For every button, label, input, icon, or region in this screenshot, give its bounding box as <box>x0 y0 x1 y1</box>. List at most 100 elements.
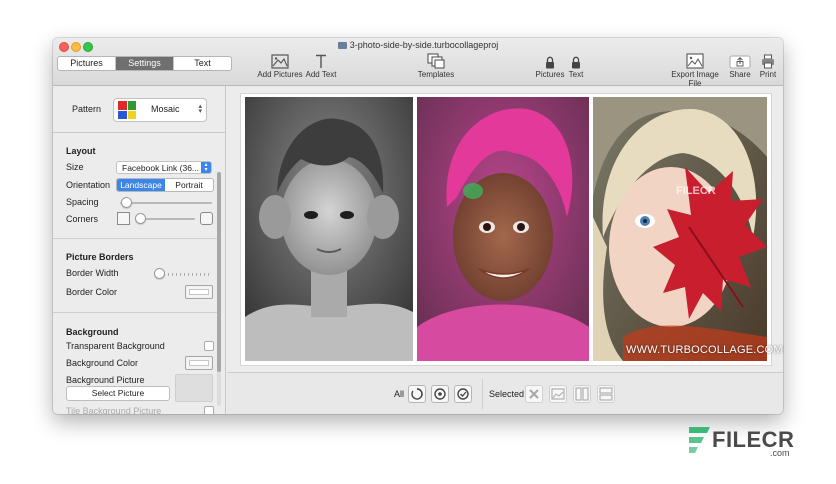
add-pictures-label: Add Pictures <box>257 70 303 79</box>
print-label: Print <box>759 70 777 79</box>
border-color-well[interactable] <box>185 285 213 299</box>
close-icon <box>529 389 539 399</box>
add-pictures-button[interactable]: Add Pictures <box>257 52 303 79</box>
chevron-updown-icon: ▴ ▾ <box>201 162 211 173</box>
transparent-background-checkbox[interactable] <box>204 341 214 351</box>
square-corner-icon <box>117 212 130 225</box>
picture-icon <box>271 54 289 69</box>
remove-selected-button[interactable] <box>525 385 543 403</box>
size-dropdown[interactable]: Facebook Link (36... ▴ ▾ <box>116 161 212 174</box>
bottom-divider <box>482 379 483 409</box>
tab-pictures[interactable]: Pictures <box>58 57 116 70</box>
corners-slider-knob[interactable] <box>135 213 146 224</box>
orientation-toggle: Landscape Portrait <box>116 178 214 192</box>
add-text-label: Add Text <box>305 70 337 79</box>
border-color-label: Border Color <box>66 287 118 297</box>
orientation-label: Orientation <box>66 180 111 190</box>
lock-text-button[interactable]: Text <box>566 52 586 79</box>
split-vertical-icon <box>575 387 589 401</box>
shuffle-icon <box>434 388 446 400</box>
printer-icon <box>762 54 774 69</box>
spacing-label: Spacing <box>66 197 99 207</box>
brand-domain: .com <box>770 448 790 458</box>
filecr-brand: FILECR .com <box>686 425 794 461</box>
sidebar-scrollbar-thumb[interactable] <box>217 172 221 372</box>
pattern-row: Pattern Mosaic ▴ ▾ <box>53 86 225 133</box>
lock-icon <box>546 56 554 69</box>
collage-photo-girl-leaf[interactable] <box>593 97 767 361</box>
orientation-landscape[interactable]: Landscape <box>117 179 165 191</box>
pattern-value: Mosaic <box>151 104 180 114</box>
templates-button[interactable]: Templates <box>415 52 457 79</box>
share-icon <box>729 55 751 69</box>
lock-pictures-label: Pictures <box>535 70 565 79</box>
background-header: Background <box>66 327 119 337</box>
templates-label: Templates <box>417 70 455 79</box>
spacing-slider-knob[interactable] <box>121 197 132 208</box>
boy-photo-image <box>245 97 413 361</box>
templates-icon <box>427 53 445 69</box>
section-divider <box>53 238 217 239</box>
export-image-icon <box>686 53 704 69</box>
pattern-select[interactable]: Mosaic ▴ ▾ <box>113 98 207 122</box>
filecr-logo-icon <box>689 427 710 453</box>
lock-icon <box>572 56 580 69</box>
border-width-slider-knob[interactable] <box>154 268 165 279</box>
share-label: Share <box>729 70 751 79</box>
round-corner-icon <box>200 212 213 225</box>
app-window: 3-photo-side-by-side.turbocollageproj Pi… <box>53 38 783 414</box>
lock-text-label: Text <box>568 70 584 79</box>
orientation-portrait[interactable]: Portrait <box>165 179 213 191</box>
share-button[interactable]: Share <box>727 52 753 79</box>
print-button[interactable]: Print <box>755 52 781 79</box>
export-image-button[interactable]: Export Image File <box>664 52 726 88</box>
select-picture-button[interactable]: Select Picture <box>66 386 170 401</box>
section-divider <box>53 312 217 313</box>
split-horizontal-icon <box>599 387 613 401</box>
spacing-slider-track[interactable] <box>120 202 212 204</box>
all-label: All <box>394 389 405 399</box>
window-title: 3-photo-side-by-side.turbocollageproj <box>53 40 783 50</box>
collage-canvas <box>227 86 783 372</box>
rotate-icon <box>411 388 423 400</box>
refresh-all-button[interactable] <box>454 385 472 403</box>
tile-background-checkbox[interactable] <box>204 406 214 414</box>
background-color-label: Background Color <box>66 358 139 368</box>
background-picture-preview <box>175 374 213 402</box>
background-picture-label: Background Picture <box>66 375 145 385</box>
collage-photo-boy[interactable] <box>245 97 413 361</box>
background-color-well[interactable] <box>185 356 213 370</box>
collage-watermark: WWW.TURBOCOLLAGE.COM <box>626 344 783 356</box>
collage-photo-girl-holi[interactable] <box>417 97 589 361</box>
mosaic-pattern-icon <box>118 101 136 119</box>
size-value: Facebook Link (36... <box>122 163 200 173</box>
lock-pictures-button[interactable]: Pictures <box>533 52 567 79</box>
arrange-bar: All Selected <box>227 372 783 414</box>
corners-label: Corners <box>66 214 99 224</box>
picture-borders-header: Picture Borders <box>66 252 134 262</box>
split-horizontal-button[interactable] <box>597 385 615 403</box>
refresh-check-icon <box>457 388 469 400</box>
replace-selected-button[interactable] <box>549 385 567 403</box>
add-text-button[interactable]: Add Text <box>303 52 339 79</box>
selected-label: Selected <box>489 389 525 399</box>
filecr-watermark-center: FILECR <box>676 185 716 197</box>
document-icon <box>337 42 347 49</box>
layout-header: Layout <box>66 146 96 156</box>
girl-holi-photo-image <box>417 97 589 361</box>
picture-icon <box>551 388 565 400</box>
rotate-all-button[interactable] <box>408 385 426 403</box>
settings-sidebar: Pattern Mosaic ▴ ▾ Layout Size Facebook L… <box>53 86 226 414</box>
tab-text[interactable]: Text <box>174 57 231 70</box>
girl-leaf-photo-image <box>593 97 767 361</box>
border-width-label: Border Width <box>66 268 119 278</box>
shuffle-all-button[interactable] <box>431 385 449 403</box>
tile-background-label: Tile Background Picture <box>66 406 162 414</box>
chevron-updown-icon: ▴ ▾ <box>198 103 202 115</box>
window-title-text: 3-photo-side-by-side.turbocollageproj <box>349 40 499 50</box>
text-icon <box>316 54 326 68</box>
split-vertical-button[interactable] <box>573 385 591 403</box>
toolbar: 3-photo-side-by-side.turbocollageproj Pi… <box>53 38 783 88</box>
tab-settings[interactable]: Settings <box>116 57 174 70</box>
size-label: Size <box>66 162 84 172</box>
